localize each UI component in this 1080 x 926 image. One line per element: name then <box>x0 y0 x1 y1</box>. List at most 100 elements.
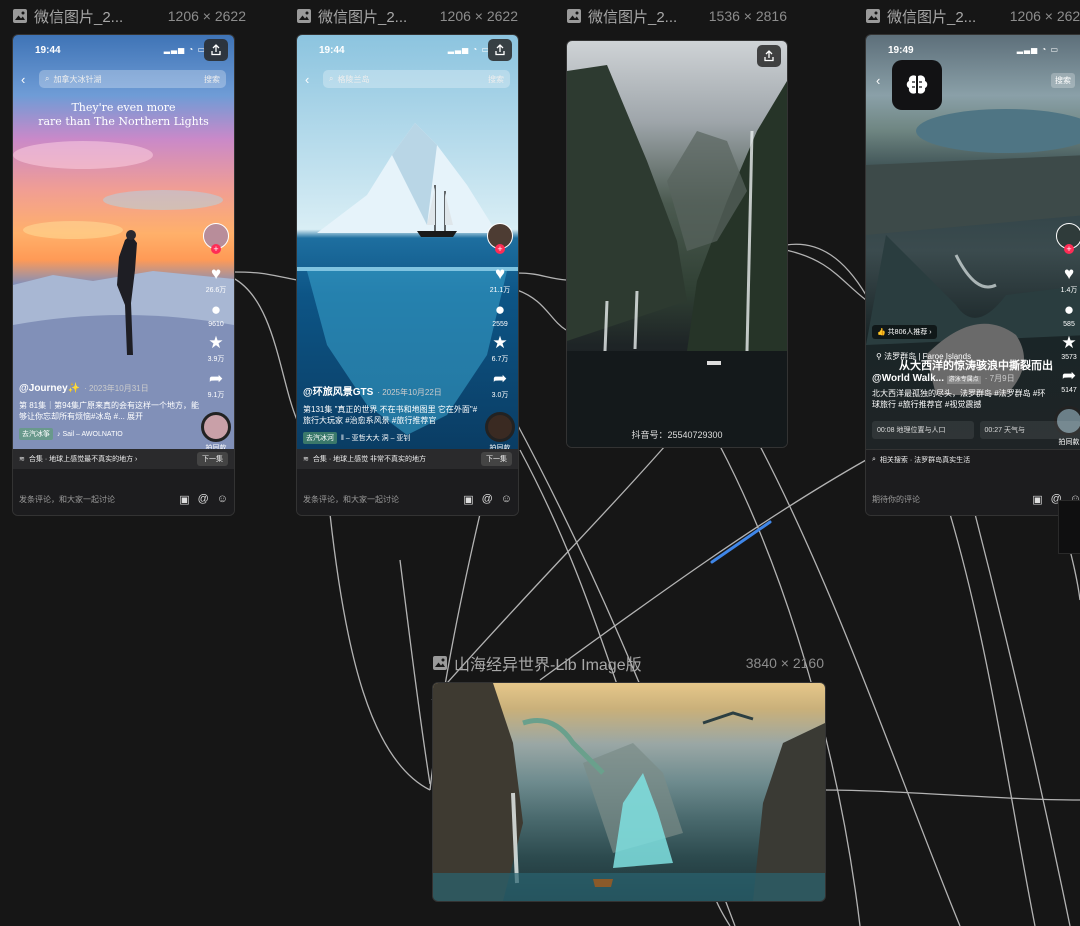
offscreen-node-edge[interactable] <box>1058 500 1080 554</box>
back-icon[interactable]: ‹ <box>876 73 880 88</box>
post-description: 第131集 "真正的世界 不在书和地图里 它在外面"#旅行大玩家 #治愈系风景 … <box>303 405 478 425</box>
workflow-canvas[interactable]: 微信图片_2... 1206 × 2622 19:44 ▂▃▅ ◔ ▭ ‹ ⌕ 加拿… <box>0 0 1080 926</box>
collection-bar[interactable]: ≋ 合集 · 地球上感觉最不真实的地方 › 下一集 <box>13 449 234 469</box>
author-avatar[interactable]: + <box>203 223 229 254</box>
comment-bar[interactable]: 发条评论，和大家一起讨论 ▣ @ ☺ <box>13 483 234 515</box>
comment-icon[interactable]: ● <box>1064 301 1074 319</box>
author-name: @World Walk... <box>872 373 944 384</box>
music-disc[interactable] <box>201 412 231 442</box>
search-bar[interactable]: ‹ ⌕ 格陵兰岛 搜索 <box>305 69 510 89</box>
follow-plus-icon[interactable]: + <box>1064 244 1074 254</box>
video-overlay-text: They're even more rare than The Northern … <box>33 101 214 129</box>
comment-input[interactable]: 发条评论，和大家一起讨论 <box>303 494 455 505</box>
comment-bar[interactable]: 期待你的评论 ▣ @ ☺ <box>866 483 1080 515</box>
image-icon <box>567 9 581 23</box>
comment-bar[interactable]: 发条评论，和大家一起讨论 ▣ @ ☺ <box>297 483 518 515</box>
back-icon[interactable]: ‹ <box>21 72 39 87</box>
search-box[interactable]: ⌕ 格陵兰岛 搜索 <box>323 70 510 88</box>
search-query: 格陵兰岛 <box>337 74 370 84</box>
comment-count: 585 <box>1063 321 1075 328</box>
share-arrow-icon[interactable]: ➦ <box>209 370 223 388</box>
emoji-icon[interactable]: ☺ <box>217 493 228 505</box>
download-button[interactable] <box>204 39 228 61</box>
search-button[interactable]: 搜索 <box>488 74 504 85</box>
author-handle[interactable]: @环旅风景GTS · 2025年10月22日 <box>303 383 484 398</box>
like-count: 1.4万 <box>1060 287 1078 294</box>
post-description: 第 81集｜第94集广原来真的会有这样一个地方，能够让你忘却所有烦恼#冰岛 #.… <box>19 401 200 421</box>
search-icon: ⌕ <box>329 74 334 83</box>
chapter-item[interactable]: 00:08 地理位置与人口 <box>872 421 974 439</box>
signal-icons: ▂▃▅ ◔ ▭ <box>163 45 206 54</box>
star-icon[interactable]: ★ <box>1061 334 1076 352</box>
scene-art <box>567 65 787 447</box>
author-handle[interactable]: @World Walk... 游泳专属点 · 7月9日 <box>872 373 1053 384</box>
search-button[interactable]: 搜索 <box>204 74 220 85</box>
download-button[interactable] <box>757 45 781 67</box>
download-button[interactable] <box>488 39 512 61</box>
image-picker-icon[interactable]: ▣ <box>463 493 473 506</box>
search-box[interactable]: ⌕ 加拿大冰针湖 搜索 <box>39 70 226 88</box>
image-picker-icon[interactable]: ▣ <box>179 493 189 506</box>
image-picker-icon[interactable]: ▣ <box>1032 493 1042 506</box>
chapter-item[interactable]: 00:27 天气与 <box>979 421 1080 439</box>
share-count: 3.0万 <box>491 392 509 399</box>
phone-screenshot-node[interactable]: 19:44 ▂▃▅ ◔ ▭ ‹ ⌕ 格陵兰岛 搜索 + ♥ 21.1万 ● 2559 ★ 6… <box>296 34 519 516</box>
node-header: 微信图片_2... 1536 × 2816 <box>566 5 787 27</box>
node-title: 微信图片_2... <box>34 8 124 26</box>
signal-icons: ▂▃▅ ◔ ▭ <box>1016 45 1059 54</box>
search-button[interactable]: 搜索 <box>1051 73 1075 88</box>
mention-icon[interactable]: @ <box>198 493 209 505</box>
node-header: 微信图片_2... 1206 × 2622 <box>12 5 246 27</box>
star-icon[interactable]: ★ <box>208 334 223 352</box>
comment-icon[interactable]: ● <box>211 301 221 319</box>
related-search-bar[interactable]: ⌕ 相关搜索 · 法罗群岛真实生活 <box>866 449 1080 469</box>
heart-icon[interactable]: ♥ <box>1064 265 1074 283</box>
status-bar: 19:49 ▂▃▅ ◔ ▭ <box>866 45 1080 59</box>
music-title: ♪ Sail – AWOLNATIO <box>57 430 123 438</box>
ai-brain-button[interactable] <box>892 60 942 110</box>
node-title: 微信图片_2... <box>588 8 678 26</box>
author-avatar[interactable]: + <box>487 223 513 254</box>
music-row[interactable]: 去汽冰筝 ♪ Sail – AWOLNATIO <box>19 428 200 440</box>
fjord-image-node[interactable]: 抖音号：25540729300 <box>566 40 788 448</box>
next-episode-button[interactable]: 下一集 <box>197 452 228 466</box>
music-row[interactable]: 去汽冰河 ‖ – 亚哲大大 洞 – 亚钊 <box>303 432 484 444</box>
brain-icon <box>906 75 928 94</box>
scene-art <box>433 683 825 901</box>
back-icon[interactable]: ‹ <box>305 72 323 87</box>
follow-plus-icon[interactable]: + <box>495 244 505 254</box>
comment-count: 2559 <box>492 321 508 328</box>
next-episode-button[interactable]: 下一集 <box>481 452 512 466</box>
mention-icon[interactable]: @ <box>482 493 493 505</box>
emoji-icon[interactable]: ☺ <box>501 493 512 505</box>
share-arrow-icon[interactable]: ➦ <box>1062 367 1076 385</box>
comment-input[interactable]: 期待你的评论 <box>872 494 1024 505</box>
comment-icon[interactable]: ● <box>495 301 505 319</box>
author-handle[interactable]: @Journey✨ · 2023年10月31日 <box>19 383 200 394</box>
wire <box>232 277 298 421</box>
like-count: 21.1万 <box>489 287 511 294</box>
status-time: 19:44 <box>35 45 61 56</box>
share-icon <box>211 44 221 56</box>
search-bar[interactable]: ‹ ⌕ 加拿大冰针湖 搜索 <box>21 69 226 89</box>
phone-screenshot-node[interactable]: 19:44 ▂▃▅ ◔ ▭ ‹ ⌕ 加拿大冰针湖 搜索 They're even mo… <box>12 34 235 516</box>
comment-input[interactable]: 发条评论，和大家一起讨论 <box>19 494 171 505</box>
like-count: 26.6万 <box>205 287 227 294</box>
overlay-line: They're even more <box>71 101 176 114</box>
music-disc[interactable] <box>485 412 515 442</box>
music-title: ‖ – 亚哲大大 洞 – 亚钊 <box>341 435 411 442</box>
share-arrow-icon[interactable]: ➦ <box>493 370 507 388</box>
author-tag: 游泳专属点 <box>946 376 981 384</box>
shanhaijing-image-node[interactable] <box>432 682 826 902</box>
signal-icons: ▂▃▅ ◔ ▭ <box>447 45 490 54</box>
chapter-list: 00:08 地理位置与人口 00:27 天气与 <box>872 421 1080 439</box>
follow-plus-icon[interactable]: + <box>211 244 221 254</box>
star-icon[interactable]: ★ <box>492 334 507 352</box>
collection-bar[interactable]: ≋ 合集 · 地球上感觉 非常不真实的地方 下一集 <box>297 449 518 469</box>
author-avatar[interactable]: + <box>1056 223 1080 254</box>
music-tag: 去汽冰河 <box>303 432 337 444</box>
douyin-watermark: 抖音号：25540729300 <box>631 430 723 440</box>
recommend-badge[interactable]: 👍 共806人推荐 › <box>872 325 937 339</box>
heart-icon[interactable]: ♥ <box>211 265 221 283</box>
heart-icon[interactable]: ♥ <box>495 265 505 283</box>
